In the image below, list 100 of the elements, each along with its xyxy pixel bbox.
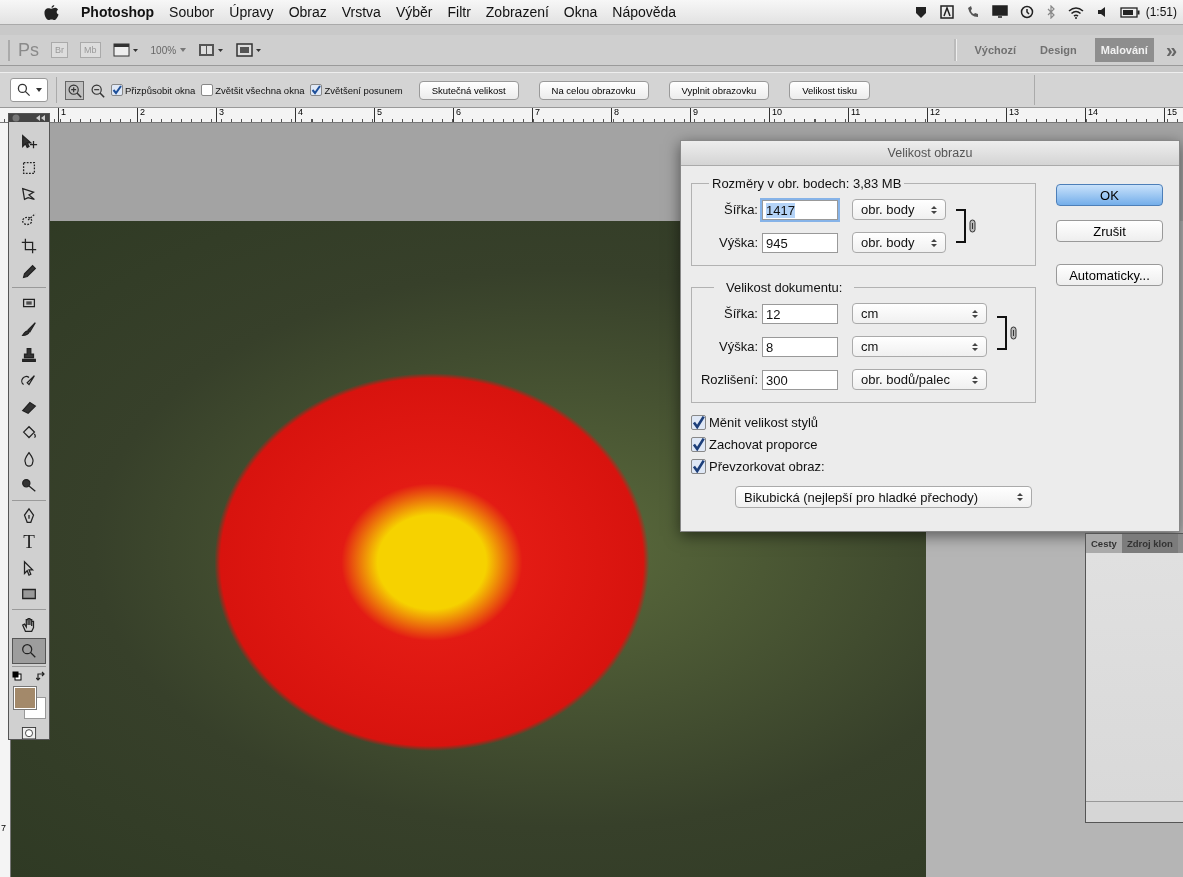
ruler-number: 6 bbox=[453, 108, 532, 122]
input-field[interactable]: 300 bbox=[762, 369, 838, 390]
menu-item[interactable]: Vrstva bbox=[341, 4, 381, 20]
link-bracket bbox=[997, 315, 1007, 350]
speaker-icon[interactable] bbox=[1095, 6, 1108, 18]
unit-select[interactable]: cm bbox=[852, 303, 987, 324]
dialog-button[interactable]: Automaticky... bbox=[1056, 264, 1163, 286]
field-label: Rozlišení: bbox=[699, 372, 758, 387]
group-title: Rozměry v obr. bodech: bbox=[712, 176, 850, 191]
caret-icon[interactable] bbox=[180, 47, 187, 53]
wifi-icon[interactable] bbox=[1067, 5, 1084, 19]
option-checkbox[interactable]: Zvětšení posunem bbox=[310, 84, 403, 96]
checkbox[interactable] bbox=[691, 459, 706, 474]
ruler-number: 5 bbox=[374, 108, 453, 122]
unit-select[interactable]: obr. bodů/palec bbox=[852, 369, 987, 390]
menu-item[interactable]: Okna bbox=[563, 4, 598, 20]
menu-item[interactable]: Nápověda bbox=[612, 4, 677, 20]
resample-method-select[interactable]: Bikubická (nejlepší pro hladké přechody) bbox=[735, 486, 1032, 508]
collapse-icon[interactable] bbox=[36, 115, 46, 121]
dialog-checkbox[interactable]: Měnit velikost stylů bbox=[691, 415, 1036, 430]
zoom-icon bbox=[16, 82, 32, 98]
quick-mask-icon[interactable] bbox=[21, 726, 37, 739]
ruler-number: 2 bbox=[137, 108, 216, 122]
brush-icon bbox=[20, 320, 38, 339]
type-tool[interactable]: T bbox=[12, 529, 46, 556]
battery-time: (1:51) bbox=[1145, 5, 1177, 19]
ruler-number: 4 bbox=[295, 108, 374, 122]
apple-logo-icon[interactable] bbox=[44, 3, 59, 21]
more-workspaces-button[interactable]: » bbox=[1165, 40, 1177, 60]
input-field[interactable]: 12 bbox=[762, 303, 838, 324]
checkbox[interactable] bbox=[691, 415, 706, 430]
updown-icon bbox=[931, 204, 937, 215]
updown-icon bbox=[931, 237, 937, 248]
menu-item[interactable]: Obraz bbox=[288, 4, 327, 20]
updown-icon bbox=[972, 374, 978, 385]
unit-select[interactable]: obr. body bbox=[852, 199, 946, 220]
monitor-icon[interactable] bbox=[991, 5, 1008, 19]
default-colors-icon[interactable] bbox=[12, 671, 22, 682]
file-size: 3,83 MB bbox=[852, 176, 902, 191]
updown-icon bbox=[972, 308, 978, 319]
zoom-out-icon bbox=[90, 82, 105, 98]
menu-item[interactable]: Filtr bbox=[447, 4, 471, 20]
bluetooth-icon[interactable] bbox=[1045, 5, 1056, 19]
dialog-button[interactable]: OK bbox=[1056, 184, 1163, 206]
shield-icon[interactable] bbox=[913, 5, 928, 19]
phone-icon[interactable] bbox=[965, 5, 980, 19]
ruler-number: 15 bbox=[1164, 108, 1183, 122]
option-button[interactable]: Na celou obrazovku bbox=[538, 80, 649, 100]
dialog-checkbox[interactable]: Zachovat proporce bbox=[691, 437, 1036, 452]
tool-preset-picker[interactable] bbox=[10, 78, 48, 102]
app-menu[interactable]: Photoshop bbox=[81, 4, 155, 20]
menu-item[interactable]: Výběr bbox=[395, 4, 433, 20]
option-button[interactable]: Skutečná velikost bbox=[418, 80, 519, 100]
ruler-number: 10 bbox=[769, 108, 848, 122]
stamp-icon bbox=[20, 346, 38, 365]
option-button[interactable]: Vyplnit obrazovku bbox=[668, 80, 770, 100]
updown-icon bbox=[972, 341, 978, 352]
crop-icon bbox=[20, 237, 38, 256]
ruler-number: 8 bbox=[611, 108, 690, 122]
option-button[interactable]: Velikost tisku bbox=[789, 80, 871, 100]
zoom-in-button[interactable] bbox=[65, 80, 84, 100]
battery-icon[interactable] bbox=[1119, 6, 1140, 18]
group-title: Velikost dokumentu: bbox=[726, 280, 843, 295]
checkbox[interactable] bbox=[691, 437, 706, 452]
dialog-checkbox[interactable]: Převzorkovat obraz: bbox=[691, 459, 1036, 474]
menu-item[interactable]: Zobrazení bbox=[485, 4, 549, 20]
dialog-title: Velikost obrazu bbox=[681, 141, 1179, 166]
arrange-documents-icon[interactable] bbox=[198, 42, 225, 58]
option-checkbox[interactable]: Zvětšit všechna okna bbox=[201, 84, 305, 96]
swap-colors-icon[interactable] bbox=[36, 671, 46, 682]
unit-select[interactable]: obr. body bbox=[852, 232, 946, 253]
field-label: Výška: bbox=[718, 339, 758, 354]
input-field[interactable]: 945 bbox=[762, 232, 838, 253]
dialog-button[interactable]: Zrušit bbox=[1056, 220, 1163, 242]
zoom-tool[interactable] bbox=[12, 638, 46, 665]
field-label: Šířka: bbox=[723, 306, 758, 321]
unit-select[interactable]: cm bbox=[852, 336, 987, 357]
panel-tab[interactable]: Cesty bbox=[1086, 534, 1122, 553]
ruler-number: 7 bbox=[532, 108, 611, 122]
input-field[interactable]: 1417 bbox=[762, 199, 838, 220]
checkbox[interactable] bbox=[310, 84, 323, 96]
caret-icon bbox=[36, 87, 42, 93]
chain-link-icon[interactable] bbox=[1010, 325, 1017, 340]
ruler-number: 7 bbox=[1, 823, 6, 833]
chain-link-icon[interactable] bbox=[969, 219, 976, 233]
menu-item[interactable]: Úpravy bbox=[229, 4, 274, 20]
field-label: Šířka: bbox=[723, 202, 758, 217]
option-checkbox[interactable]: Přizpůsobit okna bbox=[111, 84, 196, 96]
app-logo: Ps bbox=[8, 39, 39, 61]
screen-layout-icon[interactable] bbox=[236, 42, 263, 58]
field-label: Výška: bbox=[718, 235, 758, 250]
ruler-number: 11 bbox=[848, 108, 927, 122]
checkbox[interactable] bbox=[201, 84, 214, 96]
input-field[interactable]: 8 bbox=[762, 336, 838, 357]
zoom-level-select[interactable]: 100% bbox=[150, 44, 177, 56]
screen-mode-icon[interactable] bbox=[112, 42, 139, 58]
checkbox[interactable] bbox=[111, 84, 123, 96]
ruler-number: 13 bbox=[1006, 108, 1085, 122]
foreground-color-swatch[interactable] bbox=[14, 687, 36, 710]
menu-item[interactable]: Soubor bbox=[169, 4, 215, 20]
